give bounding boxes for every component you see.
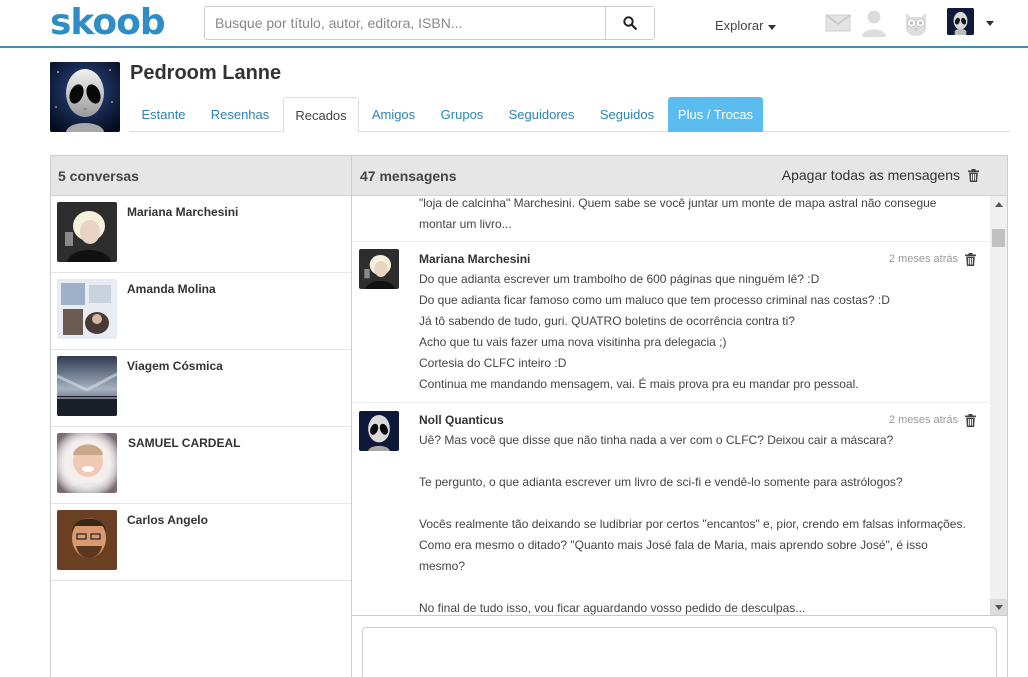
avatar-image [57, 510, 117, 570]
conversation-name: Mariana Marchesini [127, 205, 239, 219]
avatar [57, 510, 117, 570]
scrollbar-thumb[interactable] [992, 229, 1005, 247]
profile-name: Pedroom Lanne [130, 62, 282, 84]
arrow-up-icon [994, 202, 1003, 207]
recados-panel: 5 conversas Mariana Marchesini Amanda Mo… [50, 155, 1008, 677]
message-partial: "loja de calcinha" Marchesini. Quem sabe… [419, 196, 979, 235]
message-line: Uê? Mas você que disse que não tinha nad… [419, 433, 894, 447]
message-line: Acho que tu vais fazer uma nova visitinh… [419, 335, 727, 349]
user-menu-chevron-icon[interactable] [986, 21, 994, 26]
conversation-item[interactable]: Viagem Cósmica [51, 350, 351, 427]
message-line [419, 451, 979, 472]
message-line: Continua me mandando mensagem, vai. É ma… [419, 377, 859, 391]
message-time: 2 meses atrás [888, 414, 958, 426]
avatar[interactable] [359, 249, 399, 289]
message-thread: 47 mensagens Apagar todas as mensagens "… [352, 156, 1007, 677]
message-line [419, 577, 979, 598]
explore-label: Explorar [715, 18, 764, 33]
conversation-list: 5 conversas Mariana Marchesini Amanda Mo… [51, 156, 352, 677]
tab-seguidos[interactable]: Seguidos [587, 97, 667, 132]
message-line: Do que adianta ficar famoso como um malu… [419, 293, 890, 307]
avatar-image [57, 433, 117, 493]
messages-scroll-area[interactable]: "loja de calcinha" Marchesini. Quem sabe… [352, 196, 1007, 616]
trash-icon[interactable] [965, 414, 976, 427]
search-input[interactable] [205, 7, 606, 39]
message-line: montar um livro... [419, 217, 512, 231]
scroll-up-button[interactable] [990, 196, 1007, 213]
message-time: 2 meses atrás [888, 253, 958, 265]
avatar [57, 356, 117, 416]
message-author[interactable]: Mariana Marchesini [419, 252, 530, 266]
delete-all-label: Apagar todas as mensagens [781, 167, 960, 183]
message-line [419, 493, 979, 514]
tab-grupos[interactable]: Grupos [428, 97, 496, 132]
search-button[interactable] [605, 7, 654, 39]
conversation-item[interactable]: SAMUEL CARDEAL [51, 427, 351, 504]
tab-plus-trocas[interactable]: Plus / Trocas [668, 97, 763, 132]
avatar [57, 433, 117, 493]
message-item: Mariana Marchesini 2 meses atrás Do que … [352, 241, 990, 403]
avatar-image [57, 202, 117, 262]
message-body: Do que adianta escrever um trambolho de … [419, 269, 979, 395]
search-box [204, 6, 655, 40]
conversation-item[interactable]: Amanda Molina [51, 273, 351, 350]
conversation-name: Carlos Angelo [127, 513, 208, 527]
avatar-image [359, 249, 399, 289]
conversation-name: SAMUEL CARDEAL [128, 436, 241, 450]
profile-avatar[interactable] [50, 62, 120, 132]
search-icon [623, 16, 637, 30]
conversation-name: Amanda Molina [127, 282, 216, 296]
user-menu-avatar[interactable] [947, 8, 974, 35]
message-line: Do que adianta escrever um trambolho de … [419, 272, 820, 286]
avatar [57, 202, 117, 262]
message-line: Cortesia do CLFC inteiro :D [419, 356, 567, 370]
user-icon [862, 10, 886, 37]
avatar [57, 279, 117, 339]
message-body: Uê? Mas você que disse que não tinha nad… [419, 430, 979, 615]
alien-avatar-icon [359, 411, 399, 451]
notifications-nav[interactable] [902, 9, 930, 37]
messages-scrollbar[interactable] [990, 196, 1007, 615]
message-line: "loja de calcinha" Marchesini. Quem sabe… [419, 196, 937, 210]
trash-icon [968, 168, 979, 182]
message-line: mesmo? [419, 559, 466, 573]
top-bar: skoob Explorar [0, 0, 1028, 48]
avatar-image [57, 279, 117, 339]
envelope-icon [825, 14, 851, 32]
tab-seguidores[interactable]: Seguidores [497, 97, 586, 132]
scroll-down-button[interactable] [990, 599, 1007, 615]
message-line: No final de tudo isso, vou ficar aguarda… [419, 601, 806, 615]
conversation-item[interactable]: Carlos Angelo [51, 504, 351, 581]
tab-recados[interactable]: Recados [283, 97, 359, 133]
tab-resenhas[interactable]: Resenhas [198, 97, 282, 132]
tab-amigos[interactable]: Amigos [360, 97, 427, 132]
owl-icon [906, 13, 926, 36]
alien-avatar-icon [50, 62, 120, 132]
avatar[interactable] [359, 411, 399, 451]
avatar-image [57, 356, 117, 416]
message-count: 47 mensagens [360, 168, 457, 184]
delete-all-button[interactable]: Apagar todas as mensagens [782, 156, 979, 194]
conversation-item[interactable]: Mariana Marchesini [51, 196, 351, 273]
arrow-down-icon [994, 605, 1003, 610]
message-author[interactable]: Noll Quanticus [419, 413, 504, 427]
message-line: Como era mesmo o ditado? "Quanto mais Jo… [419, 538, 928, 552]
trash-icon[interactable] [965, 253, 976, 266]
chevron-down-icon [768, 24, 777, 30]
conversation-name: Viagem Cósmica [127, 359, 223, 373]
alien-avatar-icon [947, 8, 974, 35]
skoob-logo[interactable]: skoob [50, 2, 166, 43]
messages-nav[interactable] [824, 9, 852, 37]
reply-textarea[interactable] [362, 627, 997, 677]
tab-estante[interactable]: Estante [130, 97, 197, 132]
message-line: Te pergunto, o que adianta escrever um l… [419, 475, 903, 489]
message-item: Noll Quanticus 2 meses atrás Uê? Mas voc… [352, 402, 990, 615]
friends-nav[interactable] [860, 9, 888, 37]
message-line: Vocês realmente tão deixando se ludibria… [419, 517, 966, 531]
message-line: Já tô sabendo de tudo, guri. QUATRO bole… [419, 314, 795, 328]
explore-menu[interactable]: Explorar [715, 18, 777, 33]
thread-header: 47 mensagens Apagar todas as mensagens [352, 156, 1007, 196]
profile-tabs: Estante Resenhas Recados Amigos Grupos S… [130, 97, 1010, 133]
conversation-count: 5 conversas [51, 156, 351, 196]
